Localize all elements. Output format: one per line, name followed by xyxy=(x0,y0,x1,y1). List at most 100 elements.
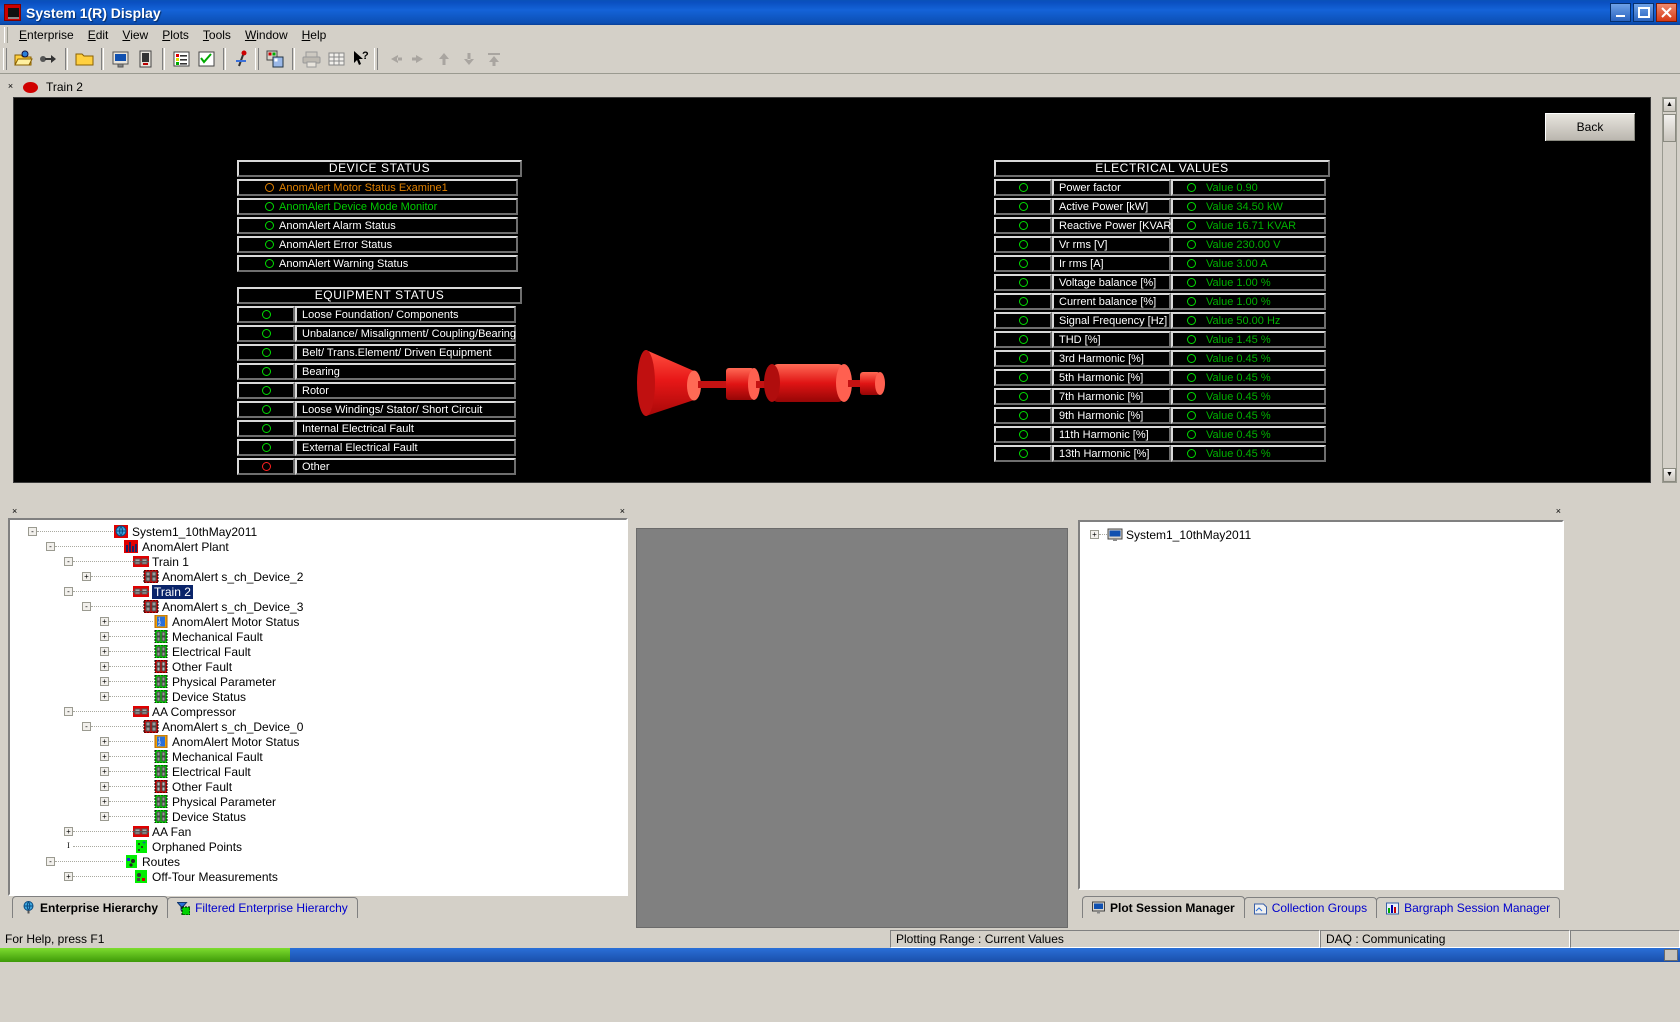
tree-expand-toggle[interactable]: + xyxy=(100,632,109,641)
tree-node[interactable]: + Electrical Fault xyxy=(10,764,626,779)
electrical-value-value-cell[interactable]: Value 0.45 % xyxy=(1171,369,1326,386)
tree-node-label[interactable]: Train 1 xyxy=(152,555,189,569)
tree-node[interactable]: - Train 1 xyxy=(10,554,626,569)
electrical-value-value-cell[interactable]: Value 3.00 A xyxy=(1171,255,1326,272)
tree-expand-toggle[interactable]: + xyxy=(100,692,109,701)
tree-node-label[interactable]: Routes xyxy=(142,855,180,869)
electrical-value-label-cell[interactable]: 11th Harmonic [%] xyxy=(1052,426,1171,443)
tree-node-label[interactable]: Mechanical Fault xyxy=(172,750,263,764)
electrical-value-label-cell[interactable]: 9th Harmonic [%] xyxy=(1052,407,1171,424)
electrical-value-led-cell[interactable] xyxy=(994,331,1052,348)
tree-expand-toggle[interactable]: + xyxy=(64,827,73,836)
tree-node-label[interactable]: Physical Parameter xyxy=(172,675,276,689)
equipment-status-led-cell[interactable] xyxy=(237,401,295,418)
tree-node[interactable]: + Mechanical Fault xyxy=(10,629,626,644)
electrical-value-row[interactable]: Reactive Power [KVAR] Value 16.71 KVAR xyxy=(994,217,1330,234)
plot-workspace-pane[interactable] xyxy=(636,528,1068,928)
tree-node-label[interactable]: Device Status xyxy=(172,810,246,824)
equipment-status-label-cell[interactable]: Bearing xyxy=(295,363,516,380)
menu-enterprise[interactable]: EEnterprisenterprise xyxy=(12,26,81,44)
electrical-value-led-cell[interactable] xyxy=(994,388,1052,405)
electrical-value-value-cell[interactable]: Value 1.00 % xyxy=(1171,293,1326,310)
plot-session-node[interactable]: + System1_10thMay2011 xyxy=(1080,527,1562,542)
equipment-status-row[interactable]: Unbalance/ Misalignment/ Coupling/Bearin… xyxy=(237,325,522,342)
checklist-icon[interactable] xyxy=(195,48,218,70)
tree-expand-toggle[interactable]: - xyxy=(46,857,55,866)
nav-down-icon[interactable] xyxy=(458,48,481,70)
scroll-thumb[interactable] xyxy=(1663,114,1676,142)
tree-node[interactable]: + Device Status xyxy=(10,689,626,704)
electrical-value-value-cell[interactable]: Value 1.00 % xyxy=(1171,274,1326,291)
tree-expand-toggle[interactable]: - xyxy=(46,542,55,551)
tree-node-label[interactable]: Electrical Fault xyxy=(172,645,251,659)
tree-node-label[interactable]: Mechanical Fault xyxy=(172,630,263,644)
electrical-value-value-cell[interactable]: Value 50.00 Hz xyxy=(1171,312,1326,329)
equipment-status-led-cell[interactable] xyxy=(237,363,295,380)
tree-node-label[interactable]: AnomAlert Motor Status xyxy=(172,615,299,629)
tree-expand-toggle[interactable]: + xyxy=(100,617,109,626)
nav-top-icon[interactable] xyxy=(483,48,506,70)
help-pointer-icon[interactable]: ? xyxy=(350,48,373,70)
display-monitor-icon[interactable] xyxy=(109,48,132,70)
electrical-value-row[interactable]: Power factor Value 0.90 xyxy=(994,179,1330,196)
electrical-value-row[interactable]: Vr rms [V] Value 230.00 V xyxy=(994,236,1330,253)
tree-expand-toggle[interactable]: - xyxy=(64,557,73,566)
equipment-status-label-cell[interactable]: External Electrical Fault xyxy=(295,439,516,456)
tree-node-label[interactable]: AA Compressor xyxy=(152,705,236,719)
tree-node-label[interactable]: AnomAlert s_ch_Device_2 xyxy=(162,570,303,584)
tree-expand-toggle[interactable]: + xyxy=(100,752,109,761)
electrical-value-label-cell[interactable]: Ir rms [A] xyxy=(1052,255,1171,272)
tree-pane-close-icon[interactable]: × xyxy=(620,506,625,516)
equipment-status-led-cell[interactable] xyxy=(237,458,295,475)
tree-expand-toggle[interactable]: - xyxy=(64,707,73,716)
electrical-value-label-cell[interactable]: Signal Frequency [Hz] xyxy=(1052,312,1171,329)
device-status-cell[interactable]: AnomAlert Device Mode Monitor xyxy=(237,198,518,215)
tree-node-label[interactable]: AnomAlert s_ch_Device_3 xyxy=(162,600,303,614)
tree-node-label[interactable]: AnomAlert Motor Status xyxy=(172,735,299,749)
tree-node-label[interactable]: Device Status xyxy=(172,690,246,704)
tree-node-label[interactable]: AnomAlert s_ch_Device_0 xyxy=(162,720,303,734)
tree-node[interactable]: + Other Fault xyxy=(10,779,626,794)
tree-node[interactable]: - AnomAlert s_ch_Device_0 xyxy=(10,719,626,734)
tree-node-label[interactable]: Electrical Fault xyxy=(172,765,251,779)
menu-plots[interactable]: Plots xyxy=(155,26,196,44)
electrical-value-row[interactable]: 13th Harmonic [%] Value 0.45 % xyxy=(994,445,1330,462)
canvas-vertical-scrollbar[interactable]: ▲ ▼ xyxy=(1662,97,1677,483)
menu-tools[interactable]: Tools xyxy=(196,26,238,44)
tree-node[interactable]: + Physical Parameter xyxy=(10,794,626,809)
electrical-value-led-cell[interactable] xyxy=(994,179,1052,196)
tree-node[interactable]: - System1_10thMay2011 xyxy=(10,524,626,539)
equipment-status-led-cell[interactable] xyxy=(237,306,295,323)
tree-node[interactable]: - Routes xyxy=(10,854,626,869)
plot-session-label[interactable]: System1_10thMay2011 xyxy=(1126,528,1251,542)
electrical-value-led-cell[interactable] xyxy=(994,312,1052,329)
copy-panels-icon[interactable] xyxy=(264,48,287,70)
electrical-value-label-cell[interactable]: 13th Harmonic [%] xyxy=(1052,445,1171,462)
tree-node[interactable]: - AnomAlert Plant xyxy=(10,539,626,554)
tree-expand-toggle[interactable]: - xyxy=(64,587,73,596)
document-close-icon[interactable]: × xyxy=(6,81,15,93)
maximize-button[interactable] xyxy=(1633,3,1654,22)
tree-node-label[interactable]: Off-Tour Measurements xyxy=(152,870,278,884)
device-status-cell[interactable]: AnomAlert Motor Status Examine1 xyxy=(237,179,518,196)
electrical-value-row[interactable]: THD [%] Value 1.45 % xyxy=(994,331,1330,348)
electrical-value-led-cell[interactable] xyxy=(994,198,1052,215)
equipment-status-row[interactable]: Internal Electrical Fault xyxy=(237,420,522,437)
electrical-value-label-cell[interactable]: 7th Harmonic [%] xyxy=(1052,388,1171,405)
tree-node[interactable]: + Other Fault xyxy=(10,659,626,674)
tree-expand-toggle[interactable]: I xyxy=(64,842,73,851)
equipment-status-led-cell[interactable] xyxy=(237,382,295,399)
equipment-status-row[interactable]: Rotor xyxy=(237,382,522,399)
electrical-value-row[interactable]: 3rd Harmonic [%] Value 0.45 % xyxy=(994,350,1330,367)
tree-expand-toggle[interactable]: + xyxy=(64,872,73,881)
electrical-value-row[interactable]: Current balance [%] Value 1.00 % xyxy=(994,293,1330,310)
tree-node[interactable]: +1 2 AnomAlert Motor Status xyxy=(10,614,626,629)
tree-node[interactable]: + Off-Tour Measurements xyxy=(10,869,626,884)
tree-expand-toggle[interactable]: - xyxy=(82,722,91,731)
electrical-value-row[interactable]: 5th Harmonic [%] Value 0.45 % xyxy=(994,369,1330,386)
electrical-value-label-cell[interactable]: Power factor xyxy=(1052,179,1171,196)
equipment-status-row[interactable]: Bearing xyxy=(237,363,522,380)
device-status-row[interactable]: AnomAlert Device Mode Monitor xyxy=(237,198,522,215)
tree-node[interactable]: - Train 2 xyxy=(10,584,626,599)
electrical-value-label-cell[interactable]: Active Power [kW] xyxy=(1052,198,1171,215)
